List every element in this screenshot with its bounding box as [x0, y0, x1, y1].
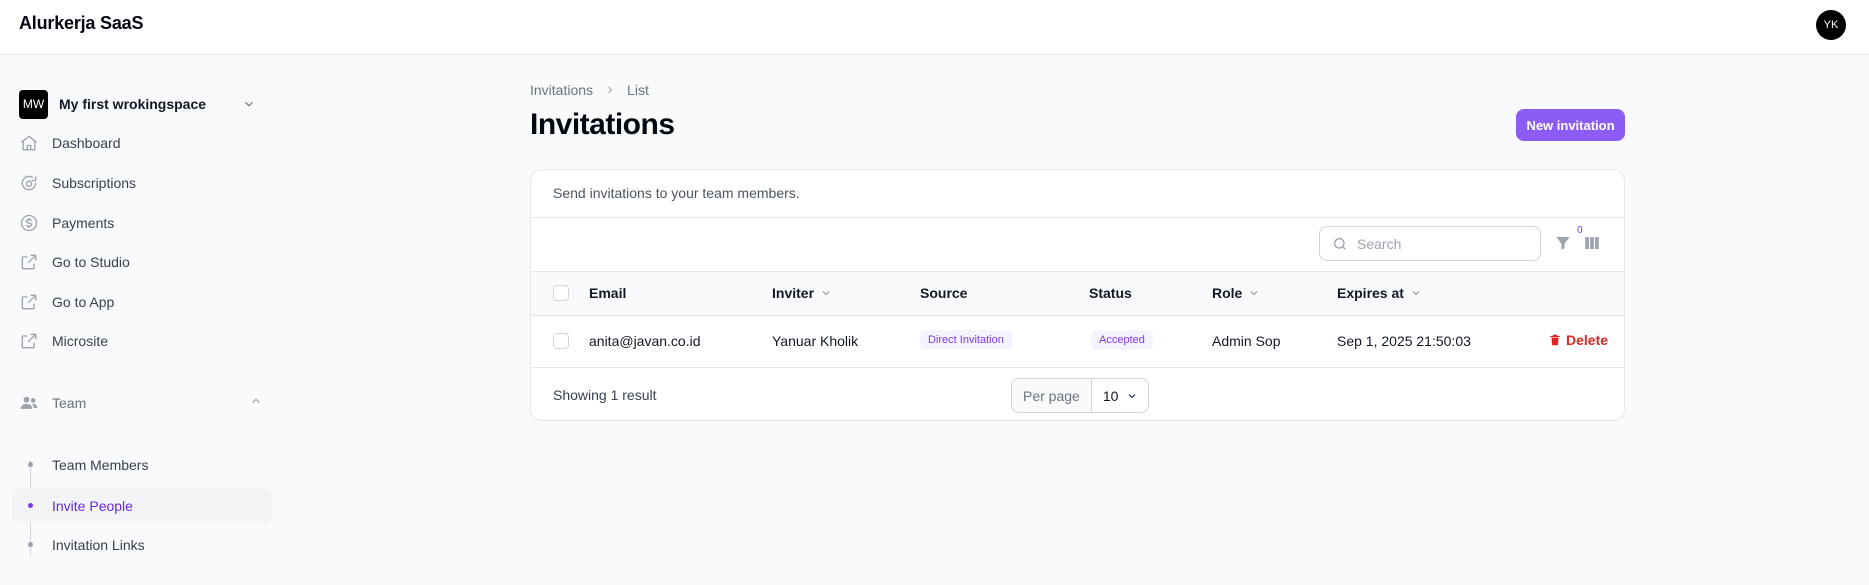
column-label: Email [589, 285, 627, 301]
workspace-name: My first wrokingspace [59, 96, 207, 112]
per-page-label: Per page [1012, 379, 1092, 412]
sidebar-group-team[interactable]: Team [19, 389, 269, 417]
dollar-icon [19, 213, 39, 233]
column-label: Expires at [1337, 285, 1404, 301]
column-header-status: Status [1089, 285, 1132, 301]
filter-count-badge: 0 [1577, 225, 1583, 236]
home-icon [19, 133, 39, 153]
app-brand[interactable]: Alurkerja SaaS [19, 13, 143, 34]
submenu-dot [28, 542, 33, 547]
cell-email: anita@javan.co.id [589, 333, 701, 349]
columns-icon[interactable] [1583, 234, 1603, 254]
delete-label: Delete [1566, 332, 1609, 348]
column-header-inviter[interactable]: Inviter [772, 285, 832, 301]
table-header: Email Inviter Source Status Role Expires… [531, 272, 1624, 315]
sidebar-item-label: Microsite [52, 333, 109, 349]
chevron-down-icon [1126, 390, 1138, 402]
divider [531, 217, 1624, 218]
sidebar-item-label: Subscriptions [52, 175, 137, 191]
card-description: Send invitations to your team members. [553, 185, 800, 201]
submenu-dot [28, 462, 33, 467]
sidebar-item-invite-people[interactable]: Invite People [12, 488, 272, 523]
chevron-right-icon [604, 84, 616, 96]
sidebar: MW My first wrokingspace Dashboard Subsc… [0, 55, 280, 585]
sidebar-item-label: Dashboard [52, 135, 121, 151]
workspace-switcher[interactable]: MW My first wrokingspace [19, 89, 264, 119]
new-invitation-button[interactable]: New invitation [1516, 109, 1625, 141]
sidebar-item-label: Go to App [52, 294, 115, 310]
sidebar-item-label: Invite People [52, 497, 133, 514]
status-badge: Accepted [1091, 330, 1153, 350]
workspace-badge: MW [19, 89, 48, 119]
select-all-checkbox[interactable] [553, 285, 569, 301]
sidebar-item-invitation-links[interactable]: Invitation Links [12, 527, 272, 562]
results-count: Showing 1 result [553, 387, 657, 403]
sort-chevron-icon [1248, 287, 1260, 299]
column-header-email: Email [589, 285, 626, 301]
chevron-up-icon [249, 394, 263, 413]
submenu-dot [28, 503, 33, 508]
sort-chevron-icon [1410, 287, 1422, 299]
trash-icon [1548, 333, 1562, 347]
chevron-down-icon [242, 97, 256, 116]
sidebar-group-label: Team [52, 395, 87, 411]
sidebar-item-go-to-app[interactable]: Go to App [19, 288, 269, 316]
external-link-icon [19, 292, 39, 312]
top-bar: Alurkerja SaaS YK [0, 0, 1869, 55]
external-link-icon [19, 331, 39, 351]
column-label: Status [1089, 285, 1132, 301]
cell-inviter: Yanuar Kholik [772, 333, 859, 349]
user-avatar[interactable]: YK [1816, 10, 1846, 40]
divider [531, 367, 1624, 368]
table-row: anita@javan.co.id Yanuar Kholik Direct I… [531, 316, 1624, 367]
sidebar-item-microsite[interactable]: Microsite [19, 327, 269, 355]
sort-chevron-icon [820, 287, 832, 299]
invitations-card: Send invitations to your team members. 0… [530, 169, 1625, 421]
users-icon [19, 393, 39, 413]
column-header-expires-at[interactable]: Expires at [1337, 285, 1422, 301]
sidebar-item-label: Team Members [52, 456, 149, 473]
breadcrumb-link-invitations[interactable]: Invitations [530, 82, 593, 98]
cell-role: Admin Sop [1212, 333, 1281, 349]
search-icon [1332, 236, 1348, 252]
delete-button[interactable]: Delete [1548, 332, 1608, 348]
row-checkbox[interactable] [553, 333, 569, 349]
column-header-source: Source [920, 285, 967, 301]
column-label: Inviter [772, 285, 815, 301]
column-label: Source [920, 285, 968, 301]
breadcrumb: Invitations List [530, 82, 649, 98]
sidebar-item-team-members[interactable]: Team Members [12, 447, 272, 482]
sidebar-item-subscriptions[interactable]: Subscriptions [19, 169, 269, 197]
source-badge: Direct Invitation [920, 330, 1012, 350]
per-page-control: Per page 10 [1011, 378, 1149, 413]
column-label: Role [1212, 285, 1243, 301]
per-page-value: 10 [1102, 387, 1119, 404]
sidebar-item-label: Go to Studio [52, 254, 130, 270]
sidebar-item-go-to-studio[interactable]: Go to Studio [19, 248, 269, 276]
filter-icon[interactable] [1554, 234, 1574, 254]
per-page-select[interactable]: 10 [1092, 379, 1148, 412]
sidebar-item-label: Invitation Links [52, 536, 145, 553]
subscriptions-icon [19, 173, 39, 193]
search-box[interactable] [1319, 226, 1541, 261]
sidebar-item-label: Payments [52, 215, 115, 231]
sidebar-item-payments[interactable]: Payments [19, 209, 269, 237]
breadcrumb-current: List [627, 82, 649, 98]
column-header-role[interactable]: Role [1212, 285, 1260, 301]
external-link-icon [19, 252, 39, 272]
cell-expires-at: Sep 1, 2025 21:50:03 [1337, 333, 1471, 349]
search-input[interactable] [1357, 235, 1527, 252]
page-title: Invitations [530, 108, 675, 141]
sidebar-item-dashboard[interactable]: Dashboard [19, 129, 269, 157]
